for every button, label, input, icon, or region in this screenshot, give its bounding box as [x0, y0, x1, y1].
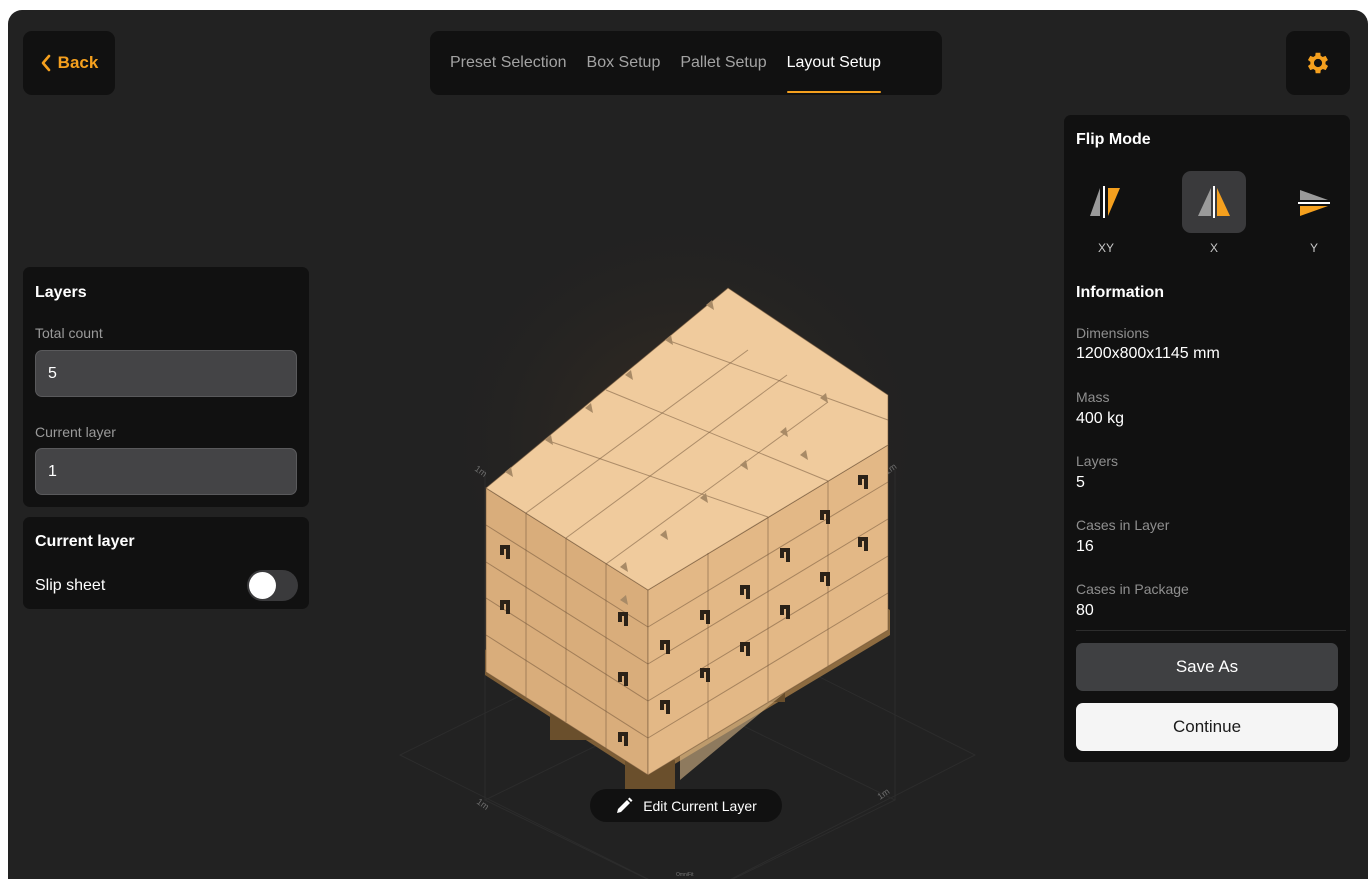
information-title: Information	[1076, 284, 1164, 301]
total-count-input[interactable]: 5	[35, 350, 297, 397]
flip-mode-title: Flip Mode	[1076, 131, 1151, 148]
settings-button[interactable]	[1286, 31, 1350, 95]
back-button[interactable]: Back	[23, 31, 115, 95]
gear-icon	[1307, 52, 1329, 74]
toggle-knob	[249, 572, 276, 599]
flip-y-icon	[1298, 190, 1330, 216]
flip-option-xy-label: XY	[1097, 241, 1114, 255]
slip-sheet-label: Slip sheet	[35, 577, 106, 594]
save-as-button[interactable]: Save As	[1076, 643, 1338, 691]
tab-box-setup[interactable]: Box Setup	[587, 54, 661, 72]
layers-title: Layers	[35, 284, 87, 301]
flip-option-x-label: X	[1209, 241, 1218, 255]
current-layer-panel: Current layer Slip sheet	[23, 517, 309, 609]
grid-label-right-bottom: 1m	[875, 786, 891, 801]
back-label: Back	[57, 53, 99, 72]
current-layer-input[interactable]: 1	[35, 448, 297, 495]
tab-pallet-setup[interactable]: Pallet Setup	[680, 54, 766, 72]
flip-option-xy[interactable]: XY	[1074, 171, 1138, 261]
edit-current-layer-label: Edit Current Layer	[643, 797, 757, 814]
slip-sheet-toggle[interactable]	[247, 570, 298, 601]
app-window: 1m 1m 1m 1m Back Preset Selection Box Se…	[8, 10, 1368, 879]
flip-option-x[interactable]: X	[1182, 171, 1246, 261]
layers-info-label: Layers	[1076, 453, 1119, 469]
tab-layout-setup[interactable]: Layout Setup	[786, 54, 882, 93]
layers-panel: Layers Total count 5 Current layer 1	[23, 267, 309, 507]
layers-info-value: 5	[1076, 474, 1085, 491]
dimensions-value: 1200x800x1145 mm	[1076, 345, 1220, 362]
edit-current-layer-button[interactable]: Edit Current Layer	[590, 789, 782, 822]
pencil-icon	[617, 797, 633, 813]
cases-in-layer-value: 16	[1076, 538, 1094, 555]
chevron-left-icon	[41, 54, 50, 72]
right-panel: Flip Mode XY X Y Information Dimensions …	[1064, 115, 1350, 762]
flip-xy-icon	[1090, 186, 1120, 218]
continue-button[interactable]: Continue	[1076, 703, 1338, 751]
dimensions-label: Dimensions	[1076, 325, 1150, 341]
mass-value: 400 kg	[1076, 410, 1125, 427]
panel-divider	[1076, 630, 1346, 631]
cases-in-package-label: Cases in Package	[1076, 581, 1189, 597]
flip-x-icon	[1198, 186, 1230, 218]
setup-tabs: Preset Selection Box Setup Pallet Setup …	[430, 31, 942, 95]
current-layer-label: Current layer	[35, 424, 116, 440]
total-count-label: Total count	[35, 325, 103, 341]
cases-in-layer-label: Cases in Layer	[1076, 517, 1170, 533]
cases-in-package-value: 80	[1076, 602, 1094, 619]
footer-watermark: OmniFit	[676, 872, 694, 878]
mass-label: Mass	[1076, 389, 1110, 405]
flip-option-y-label: Y	[1309, 241, 1318, 255]
flip-option-y[interactable]: Y	[1282, 171, 1346, 261]
tab-preset-selection[interactable]: Preset Selection	[450, 54, 567, 72]
current-layer-title: Current layer	[35, 533, 135, 550]
